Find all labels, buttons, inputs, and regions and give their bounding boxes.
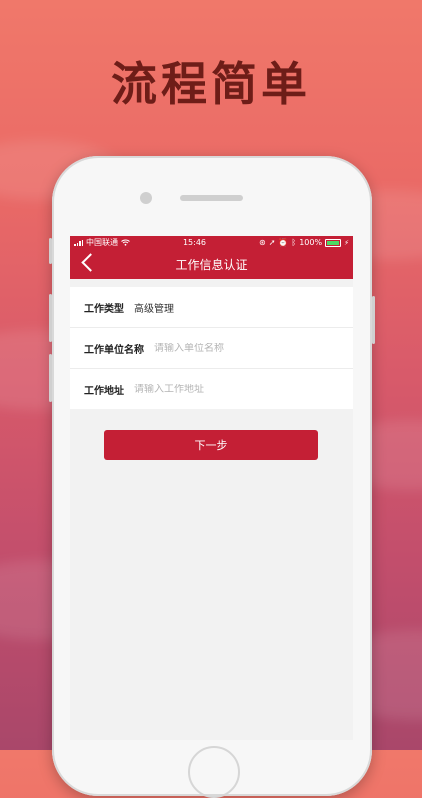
next-step-button[interactable]: 下一步 bbox=[104, 430, 318, 460]
work-address-input[interactable] bbox=[134, 383, 353, 395]
status-time: 15:46 bbox=[182, 238, 207, 247]
job-type-row[interactable]: 工作类型 高级管理 bbox=[70, 287, 353, 328]
battery-percent: 100% bbox=[299, 238, 323, 247]
page-headline: 流程简单 bbox=[111, 57, 311, 111]
job-type-value[interactable]: 高级管理 bbox=[134, 300, 174, 315]
back-arrow-icon[interactable] bbox=[81, 253, 100, 272]
app-screen: 中国联通 15:46 ⊛ ➚ ⏰ ᛒ 100% ⚡ 工作信息认证 工作类型 高级… bbox=[70, 236, 353, 740]
carrier-label: 中国联通 bbox=[86, 238, 118, 247]
volume-down-button bbox=[49, 354, 52, 402]
work-address-label: 工作地址 bbox=[84, 385, 124, 397]
company-name-label: 工作单位名称 bbox=[84, 344, 144, 356]
company-name-input[interactable] bbox=[154, 342, 353, 354]
work-info-form: 工作类型 高级管理 工作单位名称 工作地址 bbox=[70, 287, 353, 409]
nav-bar: 工作信息认证 bbox=[70, 249, 353, 279]
nav-title: 工作信息认证 bbox=[175, 257, 248, 272]
front-camera bbox=[140, 192, 152, 204]
location-lock-icon: ⊛ bbox=[259, 238, 266, 247]
power-button bbox=[372, 296, 375, 344]
company-name-row: 工作单位名称 bbox=[70, 328, 353, 369]
earpiece-speaker bbox=[180, 195, 243, 201]
battery-icon bbox=[325, 238, 342, 247]
bluetooth-icon: ᛒ bbox=[291, 238, 297, 247]
status-bar: 中国联通 15:46 ⊛ ➚ ⏰ ᛒ 100% ⚡ bbox=[70, 236, 353, 249]
navigation-arrow-icon: ➚ bbox=[268, 238, 276, 247]
home-button bbox=[188, 746, 240, 798]
work-address-row: 工作地址 bbox=[70, 369, 353, 409]
signal-icon bbox=[74, 239, 83, 246]
volume-up-button bbox=[49, 294, 52, 342]
wifi-icon bbox=[121, 239, 130, 246]
mute-switch bbox=[49, 238, 52, 264]
alarm-icon: ⏰ bbox=[278, 238, 289, 247]
job-type-label: 工作类型 bbox=[84, 303, 124, 315]
charging-icon: ⚡ bbox=[344, 238, 349, 247]
